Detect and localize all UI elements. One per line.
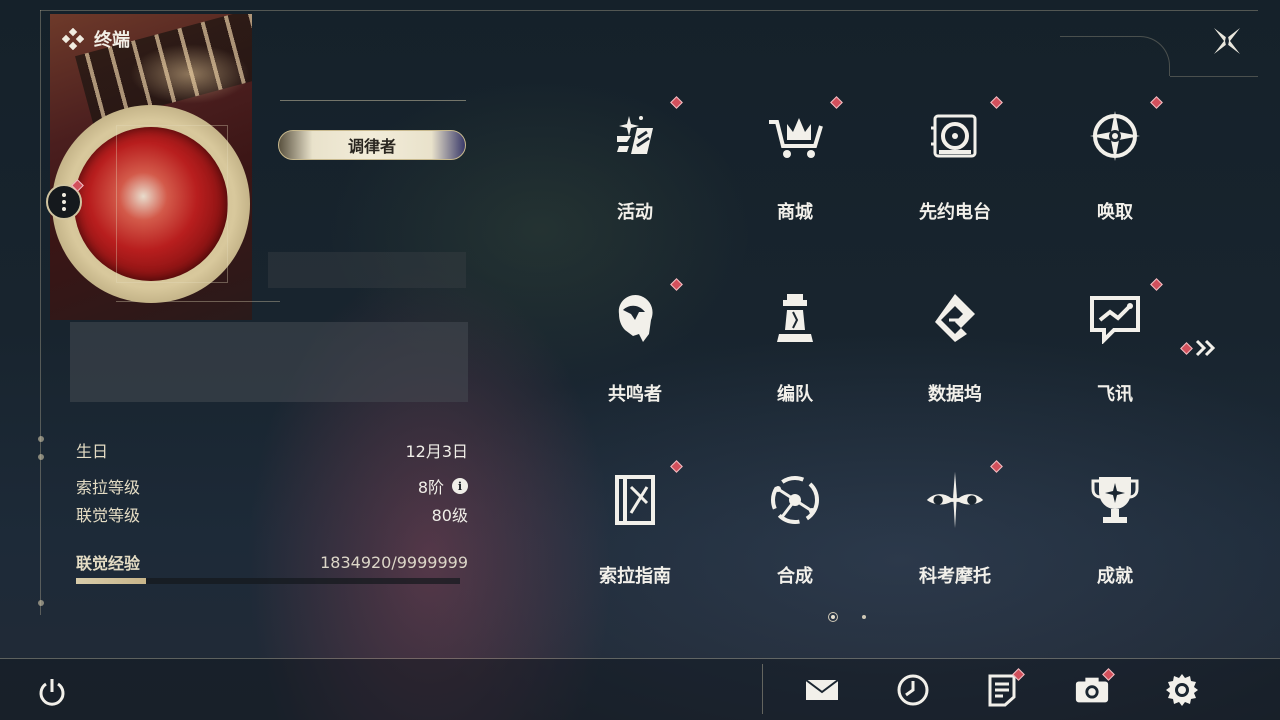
menu-item-achievements[interactable]: 成就: [1035, 446, 1195, 628]
window-header: 终端: [62, 26, 130, 52]
menu-item-label: 编队: [777, 384, 813, 405]
stat-value-group: 8阶 i: [418, 474, 468, 498]
notification-dot: [830, 96, 843, 109]
settings-gear-icon: [1166, 674, 1198, 706]
message-icon: [1090, 296, 1140, 344]
divider: [762, 664, 763, 714]
history-button[interactable]: [895, 672, 931, 708]
page-indicator: [828, 612, 866, 622]
page-dot[interactable]: [862, 615, 866, 619]
power-icon: [39, 679, 65, 706]
title-badge-label: 调律者: [347, 137, 396, 156]
clock-icon: [897, 674, 929, 706]
experience-progress-bar: [76, 578, 460, 584]
divider: [280, 100, 466, 101]
page-title: 终端: [94, 30, 130, 51]
stat-label: 生日: [76, 442, 109, 461]
convene-star-icon: [1090, 111, 1140, 161]
menu-item-team[interactable]: 编队: [715, 264, 875, 446]
profile-stats: 生日 12月3日 索拉等级 8阶 i 联觉等级 80级 联觉经验 1834920…: [76, 436, 468, 584]
terminal-menu-grid: 活动 商城 先约电台 唤取 共鸣者 编队 数据坞 飞讯 索拉指南 合成 科考摩托…: [555, 82, 1195, 628]
close-button[interactable]: [1208, 22, 1246, 60]
menu-item-motorcycle[interactable]: 科考摩托: [875, 446, 1035, 628]
shop-cart-icon: [769, 118, 823, 158]
next-page-button[interactable]: [1180, 338, 1217, 358]
stat-label: 联觉等级: [76, 506, 141, 525]
databank-icon: [935, 294, 975, 342]
menu-item-label: 唤取: [1097, 202, 1133, 223]
frame-border: [1060, 36, 1170, 76]
terminal-diamond-icon: [62, 28, 84, 50]
info-icon[interactable]: i: [452, 478, 468, 494]
menu-item-label: 先约电台: [919, 202, 991, 223]
menu-item-label: 索拉指南: [599, 566, 671, 587]
resonator-portrait-icon: [618, 294, 653, 342]
menu-item-label: 活动: [617, 202, 653, 223]
stat-row-union-exp: 联觉经验 1834920/9999999: [76, 548, 468, 576]
signature-panel: [70, 322, 468, 402]
menu-item-convene[interactable]: 唤取: [1035, 82, 1195, 264]
settings-button[interactable]: [1164, 672, 1200, 708]
menu-item-pioneer-podcast[interactable]: 先约电台: [875, 82, 1035, 264]
menu-item-label: 共鸣者: [608, 384, 662, 405]
stat-label: 联觉经验: [76, 554, 141, 573]
menu-item-label: 合成: [777, 566, 813, 587]
notification-dot: [990, 96, 1003, 109]
menu-item-shop[interactable]: 商城: [715, 82, 875, 264]
camera-icon: [1075, 677, 1109, 703]
notification-dot: [670, 278, 683, 291]
notification-dot: [1150, 96, 1163, 109]
stat-value: 1834920/9999999: [320, 552, 468, 572]
frame-border: [40, 10, 1258, 11]
menu-item-label: 飞讯: [1097, 384, 1133, 405]
menu-item-synthesis[interactable]: 合成: [715, 446, 875, 628]
stat-value: 8阶: [417, 478, 444, 497]
stat-label: 索拉等级: [76, 478, 141, 497]
power-button[interactable]: [36, 676, 68, 708]
page-dot-active[interactable]: [828, 612, 838, 622]
stat-row-union-level: 联觉等级 80级: [76, 500, 468, 528]
frame-border: [1170, 76, 1258, 77]
menu-item-resonators[interactable]: 共鸣者: [555, 264, 715, 446]
trophy-icon: [1091, 477, 1139, 523]
notification-dot: [670, 460, 683, 473]
menu-item-messages[interactable]: 飞讯: [1035, 264, 1195, 446]
menu-item-label: 数据坞: [928, 384, 982, 405]
close-icon: [1214, 28, 1240, 54]
stat-row-sol-rank: 索拉等级 8阶 i: [76, 472, 468, 500]
mail-icon: [805, 679, 839, 700]
motorcycle-icon: [926, 471, 984, 529]
notification-dot: [990, 460, 1003, 473]
menu-item-data-bank[interactable]: 数据坞: [875, 264, 1035, 446]
stat-value: 80级: [431, 506, 468, 525]
mail-button[interactable]: [804, 672, 840, 708]
notification-dot: [1180, 341, 1193, 355]
notice-button[interactable]: [984, 668, 1025, 708]
guidebook-icon: [615, 475, 655, 525]
photo-mode-button[interactable]: [1074, 668, 1115, 708]
experience-progress-fill: [76, 578, 147, 584]
hidden-text-region: [268, 252, 466, 288]
team-chess-icon: [777, 294, 813, 342]
notification-dot: [1150, 278, 1163, 291]
radio-icon: [931, 114, 977, 158]
double-chevron-right-icon: [1195, 339, 1216, 357]
synthesis-icon: [771, 476, 819, 524]
frame-decoration: [36, 430, 46, 610]
stat-value: 12月3日: [405, 442, 468, 461]
notification-dot: [670, 96, 683, 109]
notice-icon: [988, 674, 1016, 707]
stat-row-birthday: 生日 12月3日: [76, 436, 468, 464]
avatar-portrait: [74, 127, 228, 281]
menu-item-label: 成就: [1097, 566, 1133, 587]
menu-item-label: 商城: [777, 202, 813, 223]
menu-item-events[interactable]: 活动: [555, 82, 715, 264]
menu-item-label: 科考摩托: [919, 566, 991, 587]
menu-item-sol-guidebook[interactable]: 索拉指南: [555, 446, 715, 628]
events-icon: [617, 116, 653, 154]
title-badge[interactable]: 调律者: [278, 130, 466, 160]
